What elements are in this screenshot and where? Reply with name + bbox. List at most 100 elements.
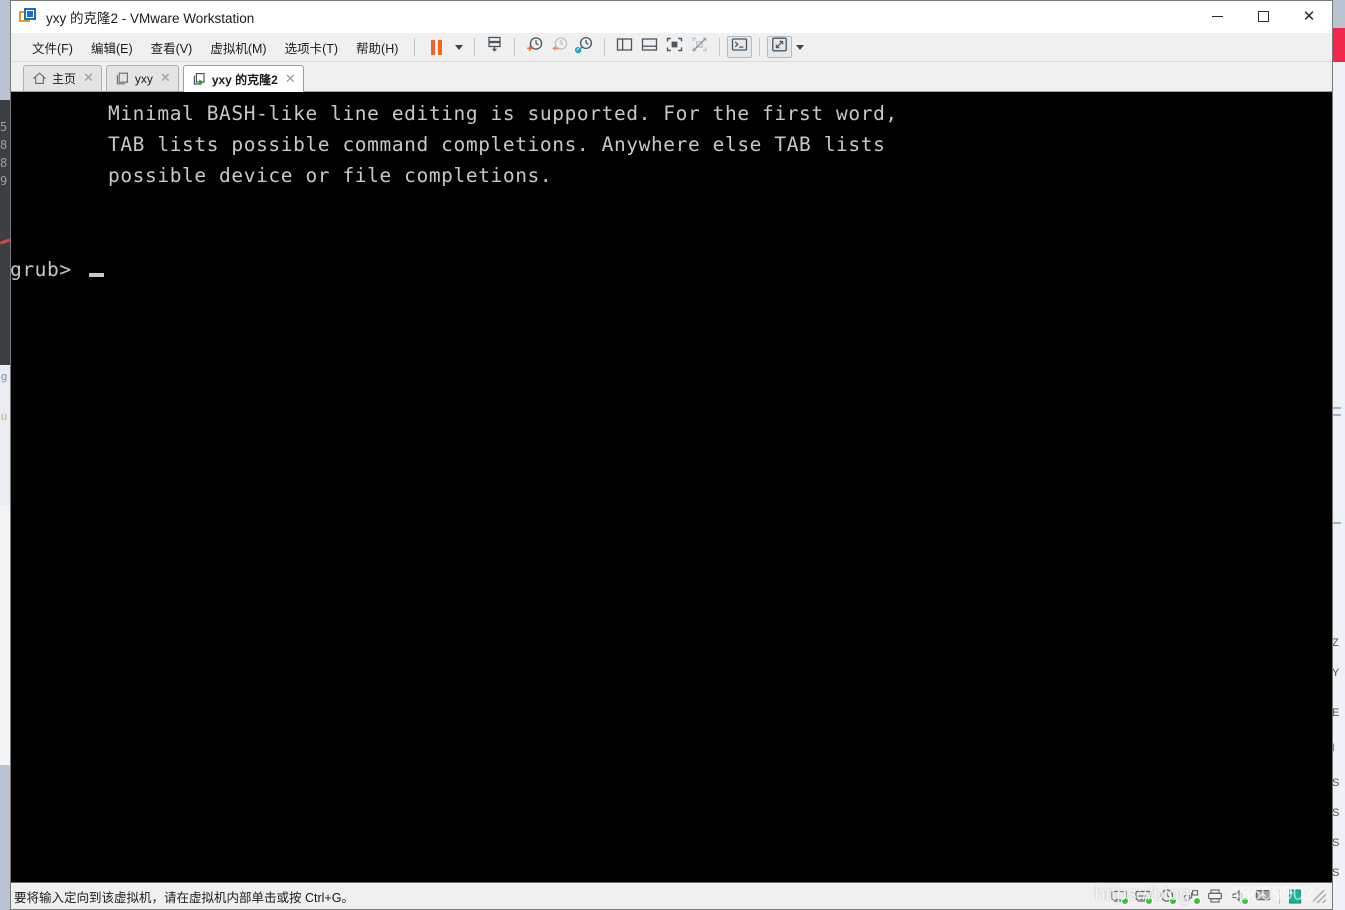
- menu-tabs[interactable]: 选项卡(T): [276, 34, 347, 61]
- grub-console[interactable]: Minimal BASH-like line editing is suppor…: [11, 92, 1332, 882]
- vmware-workstation-window: yxy 的克隆2 - VMware Workstation ✕ 文件(F) 编辑…: [10, 0, 1333, 910]
- background-right-fragment-7: S: [1332, 837, 1340, 849]
- fullscreen-icon: [665, 35, 684, 59]
- panel-bottom-icon: [640, 35, 659, 59]
- maximize-button[interactable]: [1240, 1, 1286, 32]
- toolbar-separator-2: [474, 38, 476, 56]
- display-icon[interactable]: [1255, 889, 1272, 904]
- chevron-down-icon: [455, 44, 464, 50]
- toolbar-separator-4: [604, 38, 606, 56]
- title-bar: yxy 的克隆2 - VMware Workstation ✕: [11, 1, 1332, 33]
- tab-home-label: 主页: [52, 72, 77, 86]
- pause-icon: [431, 39, 443, 55]
- panel-left-icon: [615, 35, 634, 59]
- network-adapter-icon[interactable]: [1159, 888, 1177, 905]
- show-library-button[interactable]: [612, 36, 637, 58]
- snapshot-manage-icon: [485, 35, 504, 59]
- unity-mode-icon: [690, 35, 709, 59]
- sound-card-icon[interactable]: [1231, 889, 1249, 905]
- close-icon[interactable]: ✕: [285, 73, 296, 86]
- menu-help[interactable]: 帮助(H): [347, 34, 407, 61]
- grub-line-1: Minimal BASH-like line editing is suppor…: [108, 102, 898, 125]
- console-icon: [730, 35, 749, 59]
- tab-bar: 主页 ✕ yxy ✕ yxy 的克隆2 ✕: [11, 62, 1332, 92]
- stretch-guest-button[interactable]: [767, 35, 793, 59]
- status-indicator-dot: [1145, 896, 1153, 905]
- minimize-button[interactable]: [1194, 1, 1240, 32]
- window-controls: ✕: [1194, 1, 1332, 32]
- tab-yxy-clone2[interactable]: yxy 的克隆2 ✕: [182, 65, 304, 92]
- background-window-lower-left: g u: [0, 365, 10, 505]
- unity-button[interactable]: [687, 36, 712, 58]
- toolbar-separator-3: [514, 38, 516, 56]
- status-separator: [1279, 888, 1280, 904]
- background-red-accent: [1331, 28, 1345, 62]
- status-indicator-dot: [1121, 896, 1129, 905]
- grub-prompt-text: grub>: [11, 258, 72, 281]
- message-log-icon[interactable]: [1287, 888, 1304, 904]
- resize-grip-icon[interactable]: [1313, 889, 1326, 903]
- hard-disk-icon[interactable]: [1111, 889, 1129, 905]
- chevron-down-icon: [796, 44, 805, 50]
- pause-button[interactable]: [422, 36, 451, 58]
- background-right-bar-3: [1332, 522, 1341, 524]
- status-message: 要将输入定向到该虚拟机，请在虚拟机内部单击或按 Ctrl+G。: [14, 890, 354, 905]
- grub-line-3: possible device or file completions.: [108, 164, 553, 187]
- fullscreen-button[interactable]: [662, 36, 687, 58]
- tab-home[interactable]: 主页 ✕: [23, 65, 102, 91]
- menu-view[interactable]: 查看(V): [142, 34, 202, 61]
- show-thumbnail-button[interactable]: [637, 36, 662, 58]
- grub-help-text: Minimal BASH-like line editing is suppor…: [108, 98, 898, 191]
- status-indicator-dot: [1193, 896, 1201, 905]
- screen-root: 5 8 8 9 g u Z Y E I S S S S yxy 的克隆2 - V…: [0, 0, 1345, 910]
- take-snapshot-button[interactable]: [522, 36, 547, 58]
- grub-line-2: TAB lists possible command completions. …: [108, 133, 886, 156]
- menu-edit[interactable]: 编辑(E): [82, 34, 142, 61]
- manage-snapshot-button[interactable]: [482, 36, 507, 58]
- revert-snapshot-button[interactable]: [547, 36, 572, 58]
- background-right-fragment-6: S: [1332, 807, 1340, 819]
- usb-controller-icon[interactable]: [1183, 889, 1201, 905]
- status-device-icons: [1111, 883, 1326, 909]
- background-text-fragment-2: u: [1, 411, 8, 423]
- close-icon: ✕: [1302, 7, 1316, 25]
- window-title: yxy 的克隆2 - VMware Workstation: [46, 10, 255, 26]
- console-view-button[interactable]: [727, 35, 753, 59]
- close-icon[interactable]: ✕: [160, 72, 171, 85]
- vm-console-viewport[interactable]: Minimal BASH-like line editing is suppor…: [11, 92, 1332, 883]
- background-right-bar-1: [1332, 407, 1341, 409]
- grub-cursor: [88, 273, 104, 277]
- close-button[interactable]: ✕: [1286, 1, 1332, 32]
- cd-dvd-icon[interactable]: [1135, 889, 1153, 905]
- tab-yxy[interactable]: yxy ✕: [105, 65, 179, 91]
- status-bar: 要将输入定向到该虚拟机，请在虚拟机内部单击或按 Ctrl+G。 https://…: [11, 883, 1332, 909]
- background-window-left-strip: [0, 505, 10, 765]
- power-dropdown[interactable]: [451, 36, 467, 58]
- menu-vm[interactable]: 虚拟机(M): [201, 34, 275, 61]
- background-right-fragment-1: Z: [1332, 637, 1339, 649]
- toolbar-separator-1: [414, 38, 416, 56]
- printer-icon[interactable]: [1207, 888, 1224, 904]
- background-right-bar-2: [1332, 414, 1341, 416]
- home-icon: [32, 71, 47, 86]
- stretch-dropdown[interactable]: [792, 36, 808, 58]
- background-right-fragment-8: S: [1332, 867, 1340, 879]
- minimize-icon: [1211, 16, 1223, 17]
- menu-file[interactable]: 文件(F): [23, 34, 82, 61]
- grub-prompt-line[interactable]: grub>: [11, 254, 104, 285]
- expand-arrows-icon: [770, 35, 789, 59]
- toolbar-separator-5: [719, 38, 721, 56]
- snapshot-manager-button[interactable]: [572, 36, 597, 58]
- vm-icon: [115, 71, 130, 86]
- maximize-icon: [1257, 11, 1269, 22]
- background-right-fragment-2: Y: [1332, 667, 1340, 679]
- background-right-fragment-5: S: [1332, 777, 1340, 789]
- tab-yxy-label: yxy: [134, 71, 153, 86]
- status-indicator-dot: [1241, 896, 1249, 905]
- tab-yxy-clone2-label: yxy 的克隆2: [211, 72, 278, 87]
- background-right-fragment-3: E: [1332, 707, 1340, 719]
- background-right-panel: Z Y E I S S S S: [1331, 62, 1345, 910]
- snapshot-revert-icon: [550, 35, 569, 59]
- vm-running-icon: [192, 72, 207, 87]
- close-icon[interactable]: ✕: [83, 72, 94, 85]
